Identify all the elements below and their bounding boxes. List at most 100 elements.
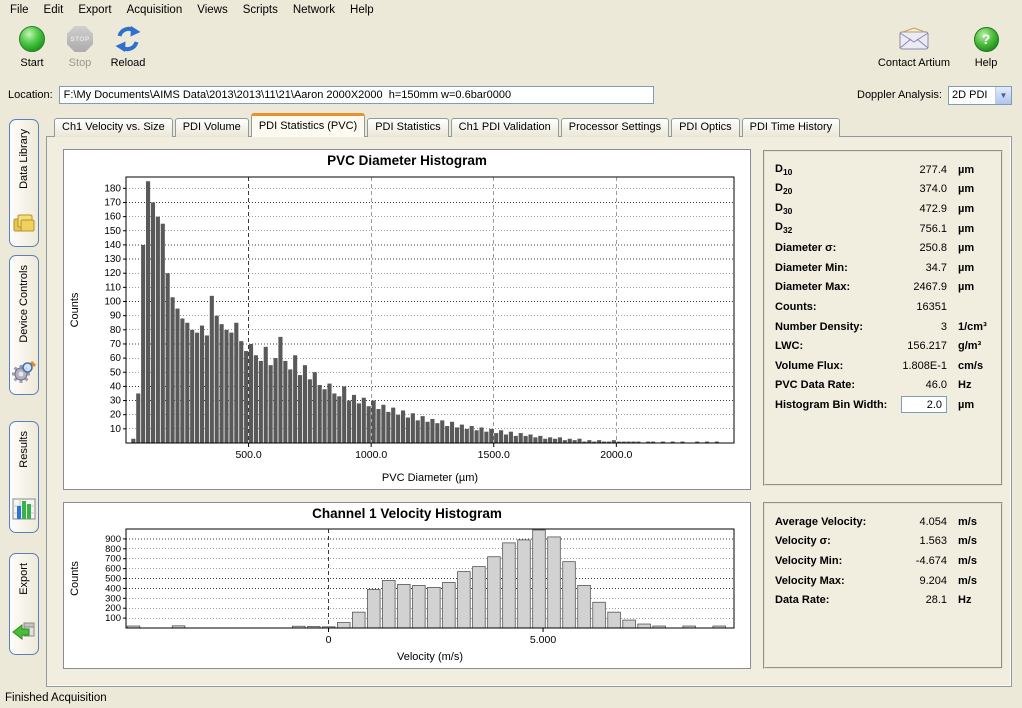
start-button[interactable]: Start (10, 23, 54, 71)
reload-button[interactable]: Reload (106, 23, 150, 71)
stat-label: D10 (775, 163, 889, 177)
stat-label: Volume Flux: (775, 360, 889, 372)
menu-item-file[interactable]: File (3, 2, 37, 18)
velocity-statistics-panel: Average Velocity:4.054m/sVelocity σ:1.56… (763, 502, 1003, 669)
tab-page: PVC Diameter Histogram 10203040506070809… (46, 136, 1012, 687)
tab-processor-settings[interactable]: Processor Settings (561, 118, 669, 137)
stat-value: 34.7 (889, 262, 947, 274)
svg-text:Counts: Counts (69, 561, 81, 596)
svg-text:Velocity (m/s): Velocity (m/s) (397, 651, 463, 663)
svg-text:0: 0 (326, 634, 332, 646)
pvc-diameter-histogram-panel: PVC Diameter Histogram 10203040506070809… (63, 149, 751, 490)
stat-label: Diameter Max: (775, 281, 889, 293)
tab-pdi-time-history[interactable]: PDI Time History (742, 118, 841, 137)
menu-item-export[interactable]: Export (71, 2, 119, 18)
tab-ch1-pdi-validation[interactable]: Ch1 PDI Validation (451, 118, 559, 137)
start-icon (19, 25, 45, 53)
location-label: Location: (8, 89, 53, 101)
svg-text:100: 100 (105, 613, 121, 624)
stat-row-volume-flux: Volume Flux:1.808E-1cm/s (775, 356, 991, 376)
stat-unit: µm (947, 242, 991, 254)
tab-pdi-volume[interactable]: PDI Volume (175, 118, 249, 137)
help-button-label: Help (975, 57, 998, 69)
folders-icon (12, 211, 36, 240)
stat-value: 46.0 (889, 379, 947, 391)
stat-label: Histogram Bin Width: (775, 399, 889, 411)
sidebar-item-export[interactable]: Export (9, 553, 39, 655)
stat-label: Counts: (775, 301, 889, 313)
sidebar-item-label: Data Library (18, 129, 30, 189)
svg-text:140: 140 (104, 240, 121, 251)
svg-text:40: 40 (110, 381, 122, 392)
stop-icon: STOP (67, 25, 93, 53)
svg-text:170: 170 (104, 197, 121, 208)
status-bar: Finished Acquisition (0, 687, 1022, 708)
tab-pdi-optics[interactable]: PDI Optics (671, 118, 740, 137)
stat-unit: µm (947, 223, 991, 235)
stat-unit: m/s (947, 555, 991, 567)
svg-text:130: 130 (104, 254, 121, 265)
menu-item-scripts[interactable]: Scripts (236, 2, 286, 18)
doppler-analysis-select[interactable]: 2D PDI ▼ (948, 86, 1012, 105)
menu-item-edit[interactable]: Edit (37, 2, 72, 18)
sidebar-item-device-controls[interactable]: Device Controls (9, 255, 39, 395)
bar-chart-icon (12, 497, 36, 526)
menu-item-help[interactable]: Help (343, 2, 382, 18)
svg-text:120: 120 (104, 268, 121, 279)
stat-label: Average Velocity: (775, 516, 889, 528)
svg-text:80: 80 (110, 325, 122, 336)
doppler-analysis-value: 2D PDI (949, 89, 995, 101)
contact-artium-button[interactable]: Contact Artium (874, 23, 954, 71)
stat-unit: 1/cm³ (947, 321, 991, 333)
histogram-bin-width-input[interactable] (901, 396, 947, 413)
stop-button-label: Stop (69, 57, 92, 69)
stat-unit: cm/s (947, 360, 991, 372)
velocity-histogram-chart: 10020030040050060070080090005.000Velocit… (64, 524, 748, 666)
stat-label: Number Density: (775, 321, 889, 333)
svg-text:500: 500 (105, 574, 121, 585)
stat-label: D32 (775, 221, 889, 235)
stat-row-velocity-max: Velocity Max:9.204m/s (775, 571, 991, 591)
tab-pdi-statistics[interactable]: PDI Statistics (367, 118, 448, 137)
svg-text:160: 160 (104, 212, 121, 223)
stat-unit: m/s (947, 575, 991, 587)
gear-magnifier-icon (12, 359, 36, 388)
stat-row-velocity: Velocity σ:1.563m/s (775, 532, 991, 552)
stat-unit: µm (947, 164, 991, 176)
stat-value (889, 396, 947, 413)
tab-pdi-statistics-pvc[interactable]: PDI Statistics (PVC) (251, 113, 365, 137)
stat-row-number-density: Number Density:31/cm³ (775, 317, 991, 337)
stat-value: 28.1 (889, 594, 947, 606)
menu-item-network[interactable]: Network (286, 2, 343, 18)
stat-value: 9.204 (889, 575, 947, 587)
menu-item-acquisition[interactable]: Acquisition (120, 2, 191, 18)
location-bar: Location: Doppler Analysis: 2D PDI ▼ (0, 81, 1022, 111)
svg-text:200: 200 (105, 603, 121, 614)
stat-row-lwc: LWC:156.217g/m³ (775, 336, 991, 356)
svg-text:60: 60 (110, 353, 122, 364)
stat-label: D30 (775, 202, 889, 216)
tab-ch1-velocity-vs-size[interactable]: Ch1 Velocity vs. Size (54, 118, 173, 137)
stat-unit: µm (947, 281, 991, 293)
stat-unit: µm (947, 203, 991, 215)
stat-row-diameter: Diameter σ:250.8µm (775, 238, 991, 258)
sidebar: Data Library Device Controls Results Export (0, 111, 46, 687)
stat-label: Velocity σ: (775, 535, 889, 547)
location-input[interactable] (59, 86, 654, 104)
sidebar-item-data-library[interactable]: Data Library (9, 119, 39, 247)
stat-label: PVC Data Rate: (775, 379, 889, 391)
stop-button: STOP Stop (58, 23, 102, 71)
sidebar-item-results[interactable]: Results (9, 421, 39, 533)
stat-value: 1.808E-1 (889, 360, 947, 372)
stat-unit: µm (947, 399, 991, 411)
svg-text:400: 400 (105, 583, 121, 594)
stat-value: 1.563 (889, 535, 947, 547)
stat-row-pvc-data-rate: PVC Data Rate:46.0Hz (775, 376, 991, 396)
help-button[interactable]: ? Help (964, 23, 1008, 71)
stat-row-velocity-min: Velocity Min:-4.674m/s (775, 551, 991, 571)
stat-label: Diameter Min: (775, 262, 889, 274)
menu-item-views[interactable]: Views (190, 2, 235, 18)
doppler-analysis-label: Doppler Analysis: (857, 89, 942, 101)
stat-label: Data Rate: (775, 594, 889, 606)
svg-text:20: 20 (110, 410, 122, 421)
